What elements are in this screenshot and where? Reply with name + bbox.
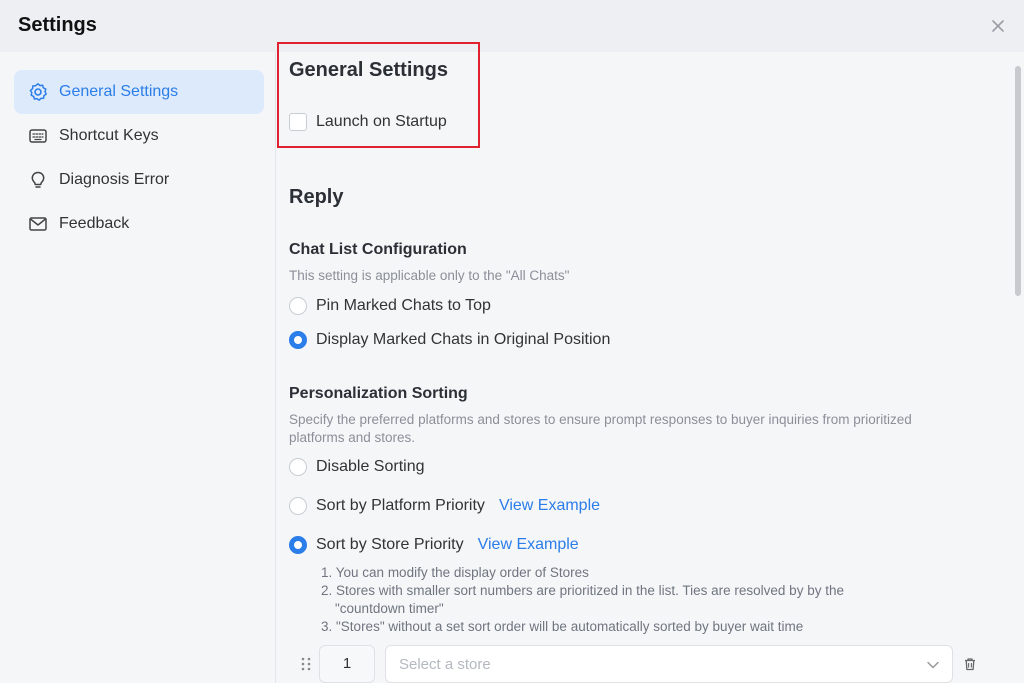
sidebar-item-shortcut-keys[interactable]: Shortcut Keys <box>14 114 264 158</box>
radio-display-original-position[interactable]: Display Marked Chats in Original Positio… <box>289 331 610 349</box>
drag-handle-icon[interactable] <box>301 657 311 671</box>
window-title: Settings <box>18 14 97 36</box>
chat-list-description: This setting is applicable only to the "… <box>289 268 570 283</box>
chevron-down-icon <box>926 658 940 672</box>
title-bar: Settings <box>0 0 1024 52</box>
sidebar-item-diagnosis-error[interactable]: Diagnosis Error <box>14 158 264 202</box>
settings-window: Settings General Settings Shortcut Keys … <box>0 0 1024 683</box>
keyboard-icon <box>27 125 49 147</box>
sidebar-item-label: General Settings <box>59 83 179 100</box>
mail-icon <box>27 213 49 235</box>
sidebar-item-label: Diagnosis Error <box>59 171 170 188</box>
view-example-link[interactable]: View Example <box>478 536 579 554</box>
store-note-1: 1. You can modify the display order of S… <box>321 565 589 580</box>
sidebar-item-feedback[interactable]: Feedback <box>14 202 264 246</box>
store-select-placeholder: Select a store <box>399 656 491 673</box>
radio-button[interactable] <box>289 497 307 515</box>
chat-list-title: Chat List Configuration <box>289 241 467 258</box>
highlight-box <box>277 42 480 148</box>
radio-button[interactable] <box>289 297 307 315</box>
sidebar: General Settings Shortcut Keys Diagnosis… <box>0 52 276 683</box>
section-heading-reply: Reply <box>289 186 344 208</box>
radio-button[interactable] <box>289 331 307 349</box>
close-icon[interactable] <box>988 16 1008 36</box>
sidebar-item-label: Shortcut Keys <box>59 127 159 144</box>
sorting-description-line2: platforms and stores. <box>289 430 416 445</box>
radio-label: Sort by Store Priority <box>316 536 464 553</box>
store-note-2-cont: "countdown timer" <box>335 601 444 616</box>
store-sort-number[interactable]: 1 <box>319 645 375 683</box>
sorting-title: Personalization Sorting <box>289 385 468 402</box>
radio-sort-by-store[interactable]: Sort by Store Priority View Example <box>289 536 579 554</box>
scrollbar[interactable] <box>1012 52 1024 683</box>
radio-label: Pin Marked Chats to Top <box>316 297 491 314</box>
radio-disable-sorting[interactable]: Disable Sorting <box>289 458 425 476</box>
radio-sort-by-platform[interactable]: Sort by Platform Priority View Example <box>289 497 600 515</box>
view-example-link[interactable]: View Example <box>499 497 600 515</box>
sidebar-item-label: Feedback <box>59 215 130 232</box>
radio-button[interactable] <box>289 458 307 476</box>
gear-icon <box>27 81 49 103</box>
store-note-3: 3. "Stores" without a set sort order wil… <box>321 619 804 634</box>
radio-label: Sort by Platform Priority <box>316 497 485 514</box>
store-select[interactable]: Select a store <box>385 645 953 683</box>
radio-label: Disable Sorting <box>316 458 425 475</box>
scrollbar-thumb[interactable] <box>1015 66 1021 296</box>
sorting-description-line1: Specify the preferred platforms and stor… <box>289 412 912 427</box>
radio-button[interactable] <box>289 536 307 554</box>
store-note-2: 2. Stores with smaller sort numbers are … <box>321 583 844 598</box>
lightbulb-icon <box>27 169 49 191</box>
trash-icon[interactable] <box>963 657 977 671</box>
sidebar-item-general-settings[interactable]: General Settings <box>14 70 264 114</box>
radio-pin-marked-chats[interactable]: Pin Marked Chats to Top <box>289 297 491 315</box>
radio-label: Display Marked Chats in Original Positio… <box>316 331 611 348</box>
